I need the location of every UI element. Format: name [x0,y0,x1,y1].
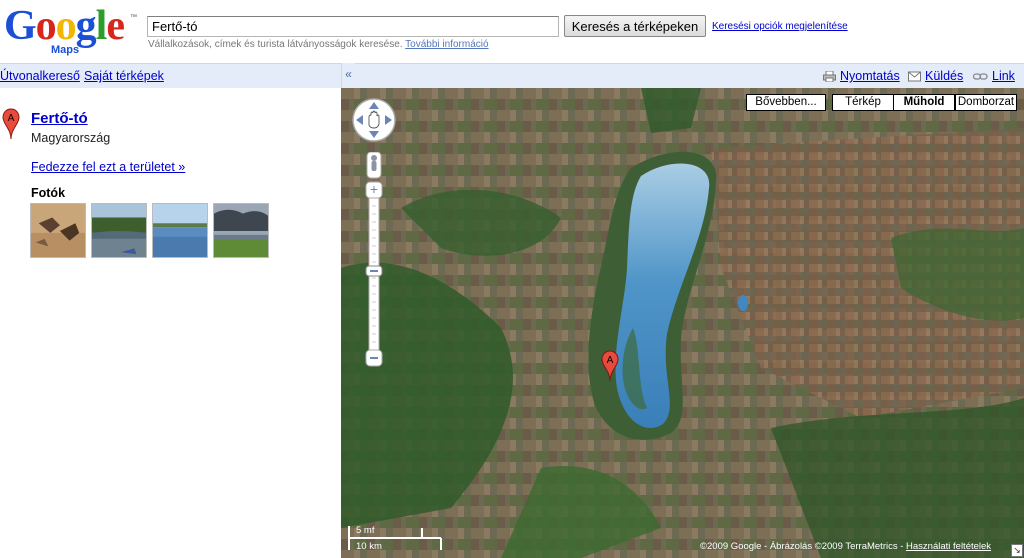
link-label[interactable]: Link [992,69,1015,83]
more-layers-button[interactable]: Bővebben... [746,94,826,111]
terms-of-use-link[interactable]: Használati feltételek [906,541,991,552]
photo-thumbnail-storm[interactable] [213,203,269,258]
printer-icon [823,70,836,82]
logo-subtitle: Maps [51,44,80,56]
send-label[interactable]: Küldés [925,69,963,83]
sidebar-panel [0,88,341,558]
search-input[interactable] [147,16,559,37]
map-toolbar: Nyomtatás Küldés Link [355,63,1024,88]
overview-map-toggle-icon[interactable]: ↘ [1011,544,1023,557]
place-title-link[interactable]: Fertő-tó [31,110,88,127]
link-button[interactable]: Link [973,69,1015,83]
collapse-sidebar-button[interactable]: « [341,63,355,88]
map-type-satellite-button[interactable]: Műhold [893,94,955,111]
scale-miles-label: 5 mf [356,525,375,536]
logo-wordmark: Google [4,3,125,49]
send-button[interactable]: Küldés [908,69,963,83]
directions-link[interactable]: Útvonalkereső [0,69,80,83]
map-pin-label: A [607,355,614,366]
zoom-slider[interactable]: + [364,152,384,370]
pan-control[interactable] [351,97,397,143]
logo-trademark: ™ [130,14,137,21]
street-view-pegman-icon[interactable] [371,155,377,161]
photos-heading: Fotók [31,186,66,200]
map-type-terrain-button[interactable]: Domborzat [955,94,1017,111]
chain-link-icon [973,72,988,80]
envelope-icon [908,71,921,81]
map-pin-a-icon[interactable]: A [600,350,620,382]
sidebar-toolbar: Útvonalkereső Saját térképek [0,63,341,88]
place-country: Magyarország [31,131,111,145]
more-info-link[interactable]: További információ [405,39,488,50]
map-type-map-button[interactable]: Térkép [832,94,894,111]
result-marker-icon[interactable]: A [2,108,20,140]
search-hint: Vállalkozások, címek és turista látványo… [148,39,489,50]
plus-icon: + [370,181,378,197]
print-button[interactable]: Nyomtatás [823,69,900,83]
copyright-text: ©2009 Google - Ábrázolás ©2009 TerraMetr… [700,541,907,552]
photo-thumbnail-river[interactable] [91,203,147,258]
search-maps-button[interactable]: Keresés a térképeken [564,15,706,37]
search-options-link[interactable]: Keresési opciók megjelenítése [712,21,848,32]
my-maps-link[interactable]: Saját térképek [84,69,164,83]
satellite-map[interactable] [341,88,1024,558]
satellite-imagery [341,88,1024,558]
result-marker-label: A [8,113,15,124]
explore-area-link[interactable]: Fedezze fel ezt a területet » [31,160,185,174]
scale-km-label: 10 km [356,541,382,552]
print-label[interactable]: Nyomtatás [840,69,900,83]
scale-bar: 5 mf 10 km [346,524,446,554]
photo-thumbnail-birds[interactable] [30,203,86,258]
header: Google ™ Maps Keresés a térképeken Keres… [0,0,1024,62]
google-maps-logo[interactable]: Google ™ Maps [4,3,137,56]
search-hint-text: Vállalkozások, címek és turista látványo… [148,39,403,50]
photo-thumbnail-lake[interactable] [152,203,208,258]
map-copyright: ©2009 Google - Ábrázolás ©2009 TerraMetr… [700,541,991,552]
